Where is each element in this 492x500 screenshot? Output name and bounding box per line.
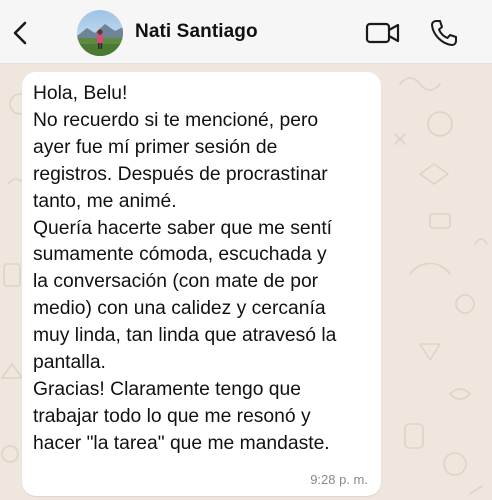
chat-header: Nati Santiago <box>0 0 492 64</box>
message-timestamp: 9:28 p. m. <box>310 472 368 487</box>
avatar[interactable] <box>77 10 123 56</box>
phone-icon <box>431 20 457 46</box>
message-bubble[interactable]: Hola, Belu! No recuerdo si te mencioné, … <box>22 72 381 496</box>
chevron-left-icon <box>13 21 27 45</box>
message-text: Hola, Belu! No recuerdo si te mencioné, … <box>33 83 337 454</box>
video-call-button[interactable] <box>364 19 402 47</box>
back-button[interactable] <box>6 16 34 50</box>
voice-call-button[interactable] <box>428 17 460 49</box>
contact-name[interactable]: Nati Santiago <box>135 21 258 43</box>
avatar-photo <box>77 10 123 56</box>
video-camera-icon <box>365 22 400 44</box>
